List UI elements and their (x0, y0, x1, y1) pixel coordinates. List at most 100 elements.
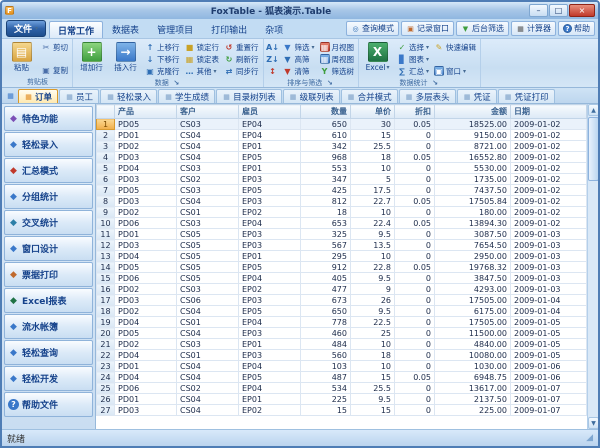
ribbon-button[interactable]: ▊图表▾ (395, 53, 431, 65)
grid-cell[interactable]: PD02 (115, 306, 177, 317)
row-number[interactable]: 1 (97, 119, 115, 130)
grid-cell[interactable]: PD05 (115, 185, 177, 196)
grid-cell[interactable]: 16552.80 (435, 152, 511, 163)
grid-cell[interactable]: 650 (301, 306, 351, 317)
grid-cell[interactable]: PD04 (115, 163, 177, 174)
ribbon-button[interactable]: ✂剪切 (39, 41, 70, 53)
grid-cell[interactable]: PD01 (115, 130, 177, 141)
grid-cell[interactable]: 2009-01-05 (511, 317, 587, 328)
grid-cell[interactable]: 2009-01-02 (511, 163, 587, 174)
sidebar-item[interactable]: ◆Excel报表 (4, 288, 93, 313)
grid-cell[interactable]: 405 (301, 273, 351, 284)
grid-cell[interactable]: 225.00 (435, 405, 511, 416)
grid-cell[interactable]: 0 (395, 141, 435, 152)
grid-cell[interactable]: CS04 (177, 361, 239, 372)
column-header[interactable]: 雇员 (239, 105, 301, 119)
grid-cell[interactable]: 17505.84 (435, 196, 511, 207)
grid-cell[interactable]: EP01 (239, 163, 301, 174)
sheet-tab[interactable]: ▦轻松录入 (100, 89, 157, 103)
grid-cell[interactable]: 0 (395, 361, 435, 372)
ribbon-tab[interactable]: 杂项 (256, 21, 292, 38)
row-number[interactable]: 9 (97, 207, 115, 218)
grid-cell[interactable]: 22.5 (351, 317, 395, 328)
sidebar-item[interactable]: ◆分组统计 (4, 184, 93, 209)
column-header[interactable]: 日期 (511, 105, 587, 119)
grid-cell[interactable]: 0.05 (395, 262, 435, 273)
column-header[interactable]: 客户 (177, 105, 239, 119)
grid-cell[interactable]: CS05 (177, 262, 239, 273)
grid-cell[interactable]: 0 (395, 339, 435, 350)
resize-grip-icon[interactable]: ◢ (586, 433, 593, 443)
ribbon-button[interactable]: ↑上移行 (143, 41, 182, 53)
grid-cell[interactable]: 0 (395, 229, 435, 240)
sidebar-item[interactable]: ◆轻松录入 (4, 132, 93, 157)
ribbon-button[interactable]: ▣窗口▾ (432, 65, 478, 77)
grid-cell[interactable]: EP01 (239, 251, 301, 262)
grid-cell[interactable]: 10 (351, 251, 395, 262)
grid-cell[interactable]: 567 (301, 240, 351, 251)
grid-cell[interactable]: 295 (301, 251, 351, 262)
row-number[interactable]: 5 (97, 163, 115, 174)
grid-cell[interactable]: CS03 (177, 163, 239, 174)
minimize-button[interactable]: – (529, 4, 548, 17)
grid-cell[interactable]: 2950.00 (435, 251, 511, 262)
grid-cell[interactable]: 2009-01-05 (511, 339, 587, 350)
sidebar-item[interactable]: ◆流水帐簿 (4, 314, 93, 339)
column-header[interactable]: 数量 (301, 105, 351, 119)
row-number[interactable]: 24 (97, 372, 115, 383)
grid-cell[interactable]: CS03 (177, 339, 239, 350)
grid-cell[interactable]: 6175.00 (435, 306, 511, 317)
grid-cell[interactable]: PD01 (115, 394, 177, 405)
grid-cell[interactable]: CS03 (177, 218, 239, 229)
grid-cell[interactable]: 5 (351, 174, 395, 185)
grid-cell[interactable]: 30 (351, 119, 395, 130)
scroll-down-button[interactable]: ▼ (588, 417, 599, 429)
grid-cell[interactable]: 15 (301, 405, 351, 416)
grid-cell[interactable]: 912 (301, 262, 351, 273)
row-number[interactable]: 27 (97, 405, 115, 416)
grid-cell[interactable]: 610 (301, 130, 351, 141)
grid-cell[interactable]: 25.5 (351, 383, 395, 394)
row-number[interactable]: 22 (97, 350, 115, 361)
grid-cell[interactable]: 2009-01-02 (511, 174, 587, 185)
row-number[interactable]: 14 (97, 262, 115, 273)
ribbon-tab[interactable]: 日常工作 (49, 21, 103, 38)
grid-cell[interactable]: 180.00 (435, 207, 511, 218)
row-number[interactable]: 20 (97, 328, 115, 339)
grid-cell[interactable]: 2009-01-06 (511, 361, 587, 372)
ribbon-right-button[interactable]: ?帮助 (558, 21, 595, 36)
column-header[interactable]: 产品 (115, 105, 177, 119)
scroll-up-button[interactable]: ▲ (588, 104, 599, 116)
grid-cell[interactable]: EP01 (239, 394, 301, 405)
row-number[interactable]: 18 (97, 306, 115, 317)
grid-cell[interactable]: PD03 (115, 240, 177, 251)
ribbon-button[interactable]: ✓选择▾ (395, 41, 431, 53)
grid-cell[interactable]: 2009-01-04 (511, 295, 587, 306)
grid-cell[interactable]: 673 (301, 295, 351, 306)
grid-cell[interactable]: 968 (301, 152, 351, 163)
grid-cell[interactable]: 347 (301, 174, 351, 185)
grid-cell[interactable]: 0 (395, 350, 435, 361)
grid-cell[interactable]: 1030.00 (435, 361, 511, 372)
grid-cell[interactable]: PD03 (115, 152, 177, 163)
ribbon-button[interactable]: A↓ (266, 41, 280, 53)
row-number[interactable]: 4 (97, 152, 115, 163)
grid-cell[interactable]: EP03 (239, 174, 301, 185)
grid-cell[interactable]: 0 (395, 295, 435, 306)
grid-cell[interactable]: 2009-01-02 (511, 119, 587, 130)
grid-cell[interactable]: 425 (301, 185, 351, 196)
grid-cell[interactable]: CS05 (177, 240, 239, 251)
sidebar-item[interactable]: ?帮助文件 (4, 392, 93, 417)
ribbon-button[interactable]: …其他▾ (183, 65, 222, 77)
grid-cell[interactable]: EP02 (239, 207, 301, 218)
grid-cell[interactable]: 9 (351, 284, 395, 295)
grid-cell[interactable]: 0 (395, 405, 435, 416)
grid-cell[interactable]: 2009-01-07 (511, 394, 587, 405)
grid-cell[interactable]: EP03 (239, 196, 301, 207)
grid-cell[interactable]: 13617.00 (435, 383, 511, 394)
grid-cell[interactable]: 17.5 (351, 185, 395, 196)
grid-cell[interactable]: PD01 (115, 361, 177, 372)
grid-cell[interactable]: 26 (351, 295, 395, 306)
grid-cell[interactable]: EP04 (239, 361, 301, 372)
grid-cell[interactable]: PD03 (115, 174, 177, 185)
